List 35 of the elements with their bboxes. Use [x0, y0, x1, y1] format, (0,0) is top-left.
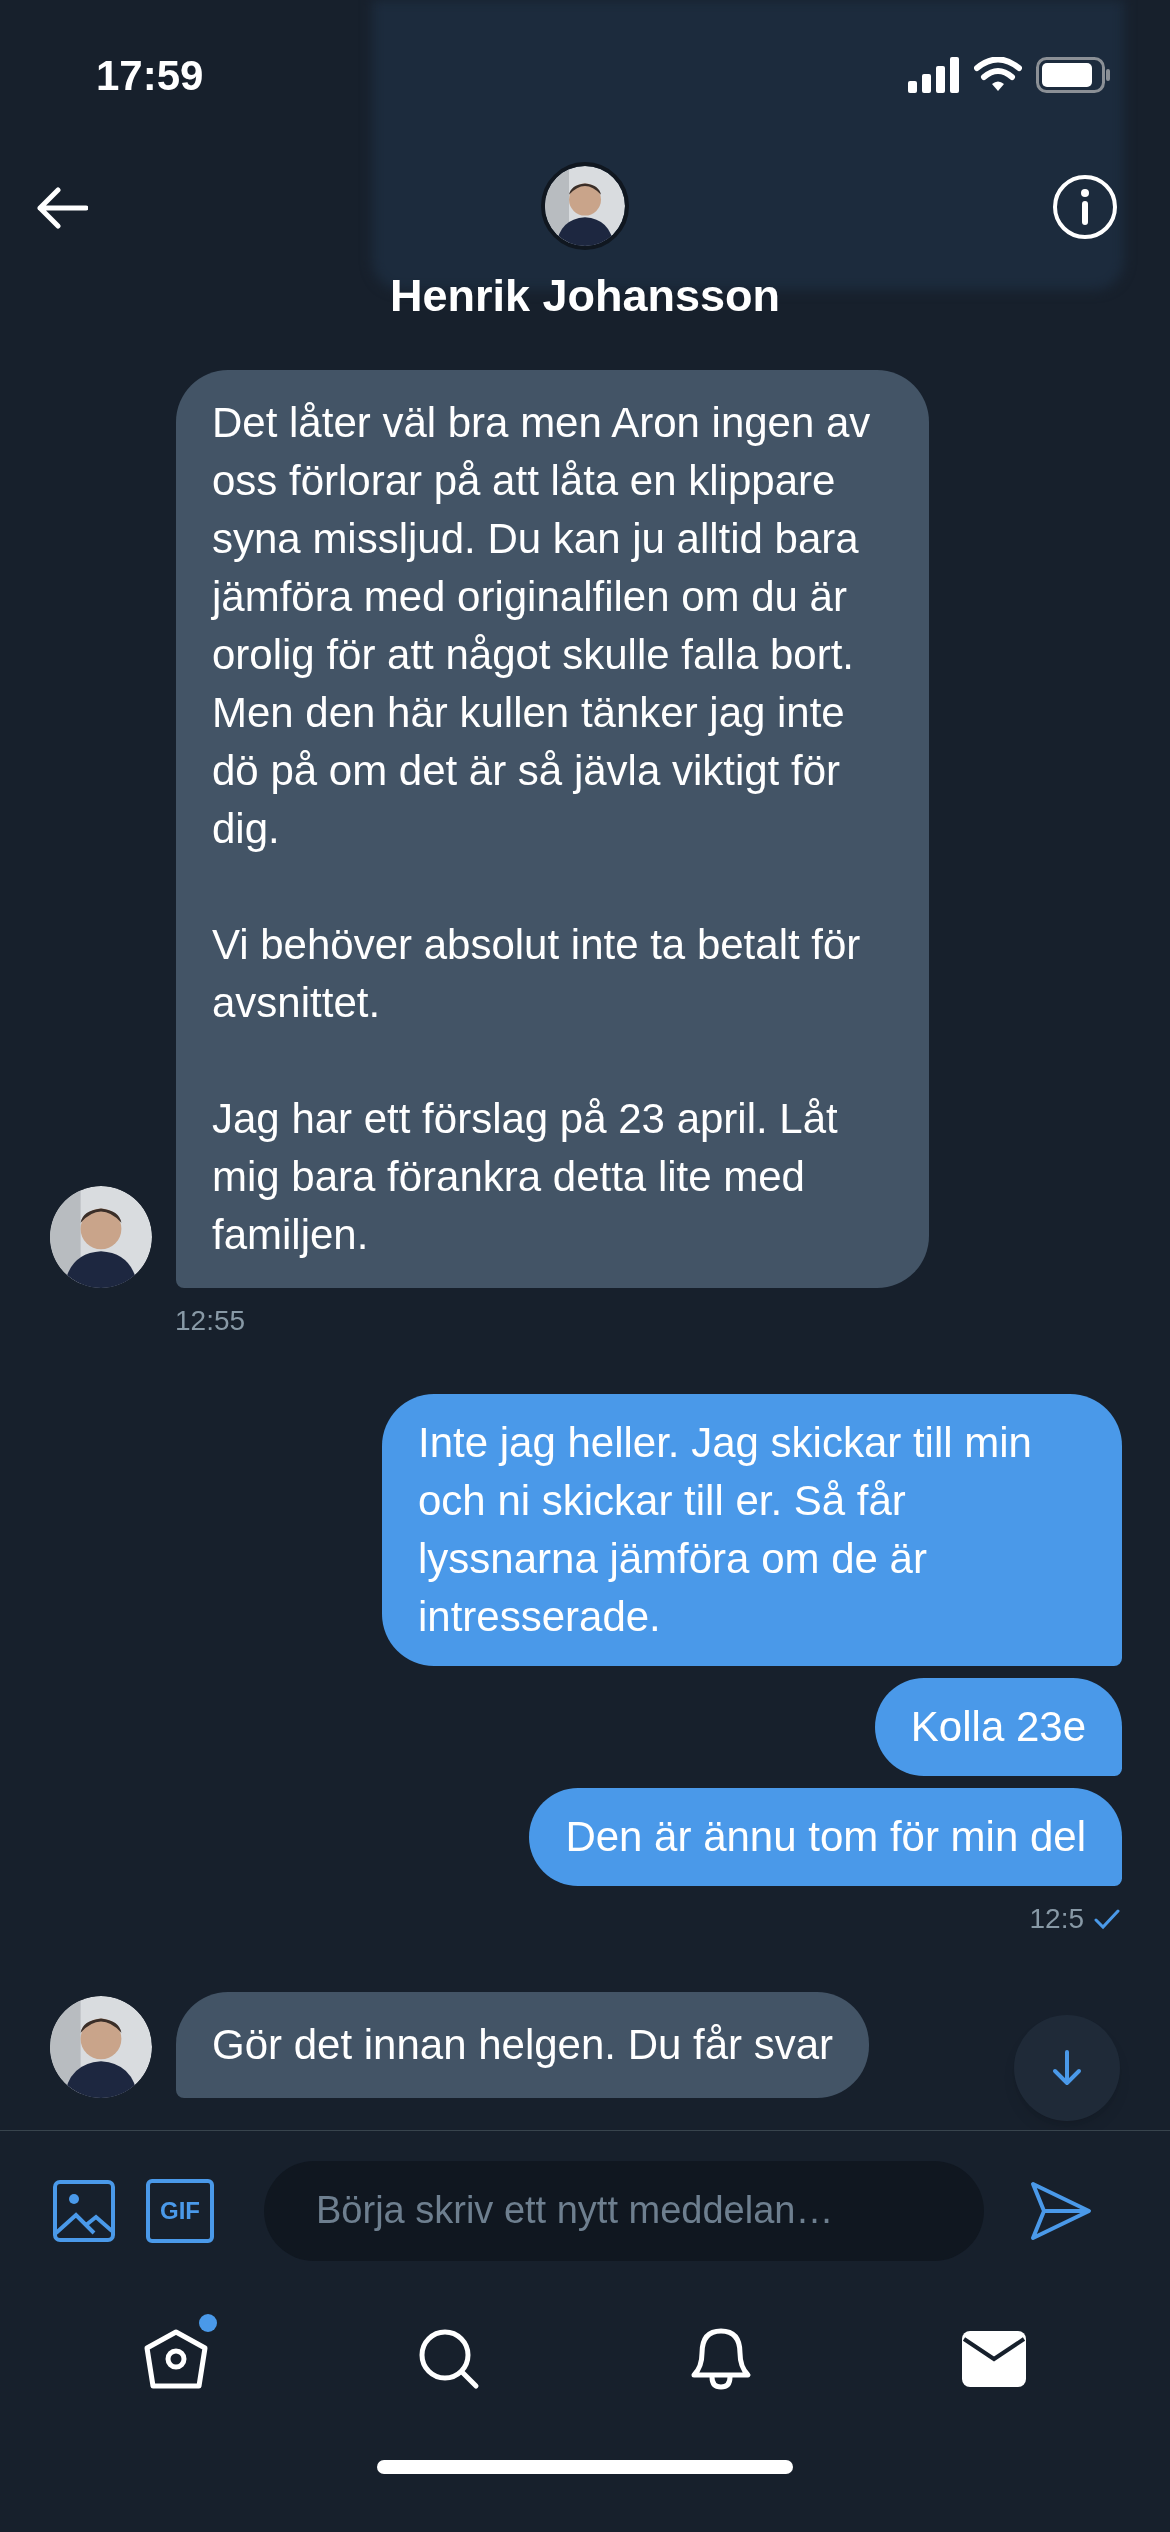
message-bubble[interactable]: Gör det innan helgen. Du får svar: [176, 1992, 870, 2098]
message-text: Det låter väl bra men Aron ingen av oss förlorar på att låta en klippare syna missljud. Du kan ju alltid bara jämföra med originalfilen om du är orolig för att något skulle falla bort. Men den här kullen tänker jag inte dö på om det är så jävla viktigt för dig.: [212, 398, 872, 854]
avatar[interactable]: [50, 1996, 152, 2098]
message-bubble[interactable]: [176, 370, 929, 1288]
gif-button[interactable]: GIF: [146, 2178, 214, 2243]
contact-name: Henrik Johansson: [389, 269, 781, 323]
send-icon: [1030, 2180, 1092, 2241]
signal-icon: [908, 57, 960, 93]
message-bubble[interactable]: Kolla 23e: [874, 1678, 1122, 1776]
battery-icon: [1036, 57, 1112, 93]
message-text: Vi behöver absolut inte ta betalt för avsnittet.: [212, 920, 862, 1028]
message-time: 12:5: [1029, 1902, 1084, 1936]
status-time: 17:59: [96, 50, 204, 101]
wifi-icon: [974, 57, 1022, 93]
bell-icon: [690, 2327, 753, 2391]
avatar[interactable]: [545, 166, 625, 246]
search-icon: [417, 2328, 480, 2390]
info-icon: [1052, 174, 1118, 240]
info-button[interactable]: [1052, 174, 1118, 240]
message-text: Gör det innan helgen. Du får svar: [212, 2020, 834, 2070]
message-text: Den är ännu tom för min del: [565, 1812, 1086, 1862]
message-text: Kolla 23e: [910, 1702, 1086, 1752]
avatar[interactable]: [50, 1186, 152, 1288]
image-icon: [52, 2178, 116, 2243]
envelope-icon: [961, 2331, 1026, 2387]
message-text: Jag har ett förslag på 23 april. Låt mig bara förankra detta lite med familjen.: [212, 1094, 839, 1260]
message-time: 12:55: [175, 1304, 246, 1338]
send-button[interactable]: [1030, 2180, 1092, 2241]
down-arrow-icon: [1052, 2050, 1082, 2086]
message-input[interactable]: Börja skriv ett nytt meddelan…: [264, 2160, 984, 2261]
message-bubble[interactable]: Inte jag heller. Jag skickar till min och ni skickar till er. Så får lyssnarna jämföra om de är intresserade.: [382, 1394, 1122, 1666]
image-button[interactable]: [52, 2178, 116, 2243]
message-bubble[interactable]: Den är ännu tom för min del: [529, 1788, 1122, 1886]
message-text: Inte jag heller. Jag skickar till min och ni skickar till er. Så får lyssnarna jämföra om de är intresserade.: [418, 1418, 1033, 1642]
back-arrow-icon: [36, 187, 88, 229]
